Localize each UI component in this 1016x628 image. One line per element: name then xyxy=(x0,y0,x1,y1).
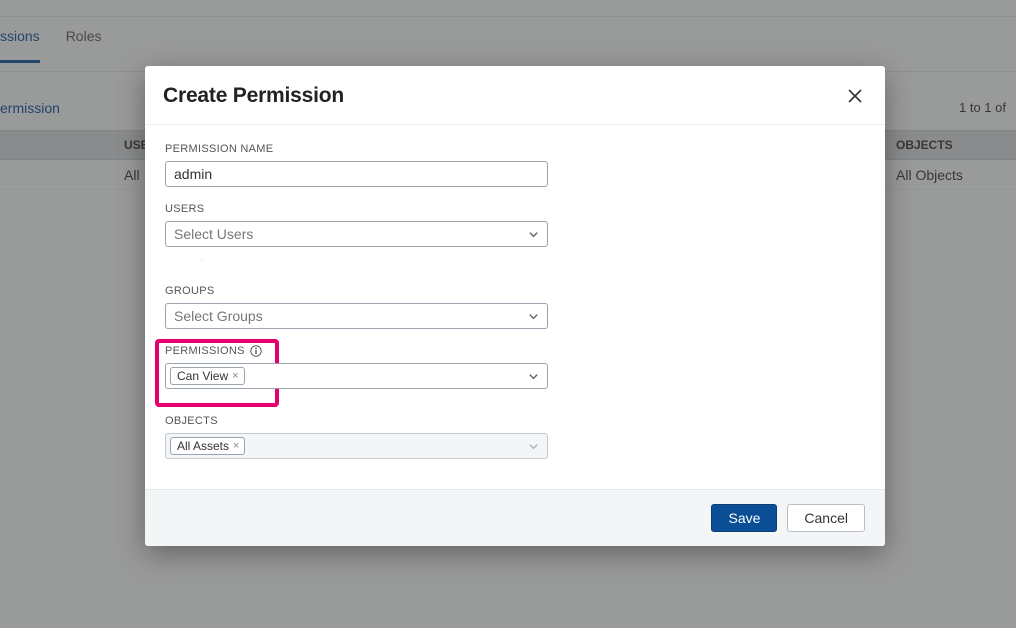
chip-label: Can View xyxy=(177,369,228,383)
users-label: USERS xyxy=(165,203,865,215)
close-button[interactable] xyxy=(845,86,865,106)
permission-chip-can-view: Can View × xyxy=(170,367,245,385)
chevron-down-icon xyxy=(528,229,539,240)
groups-placeholder: Select Groups xyxy=(174,308,263,324)
groups-select[interactable]: Select Groups xyxy=(165,303,548,329)
chevron-down-icon xyxy=(528,371,539,382)
chip-remove-icon[interactable]: × xyxy=(233,440,239,452)
permission-name-label: PERMISSION NAME xyxy=(165,143,865,155)
permission-name-input[interactable] xyxy=(165,161,548,187)
chip-remove-icon[interactable]: × xyxy=(232,370,238,382)
permissions-select[interactable]: Can View × xyxy=(165,363,548,389)
modal-title: Create Permission xyxy=(163,84,344,108)
permissions-label: PERMISSIONS xyxy=(165,345,262,357)
object-chip-all-assets: All Assets × xyxy=(170,437,245,455)
close-icon xyxy=(848,89,862,103)
create-permission-modal: Create Permission PERMISSION NAME USERS … xyxy=(145,66,885,546)
objects-label: OBJECTS xyxy=(165,415,865,427)
users-hint: . xyxy=(165,247,865,257)
chevron-down-icon xyxy=(528,311,539,322)
chip-label: All Assets xyxy=(177,439,229,453)
chevron-down-icon xyxy=(528,441,539,452)
groups-label: GROUPS xyxy=(165,285,865,297)
info-icon xyxy=(250,345,262,357)
save-button[interactable]: Save xyxy=(711,504,777,532)
objects-select: All Assets × xyxy=(165,433,548,459)
cancel-button[interactable]: Cancel xyxy=(787,504,865,532)
users-select[interactable]: Select Users xyxy=(165,221,548,247)
users-placeholder: Select Users xyxy=(174,226,253,242)
